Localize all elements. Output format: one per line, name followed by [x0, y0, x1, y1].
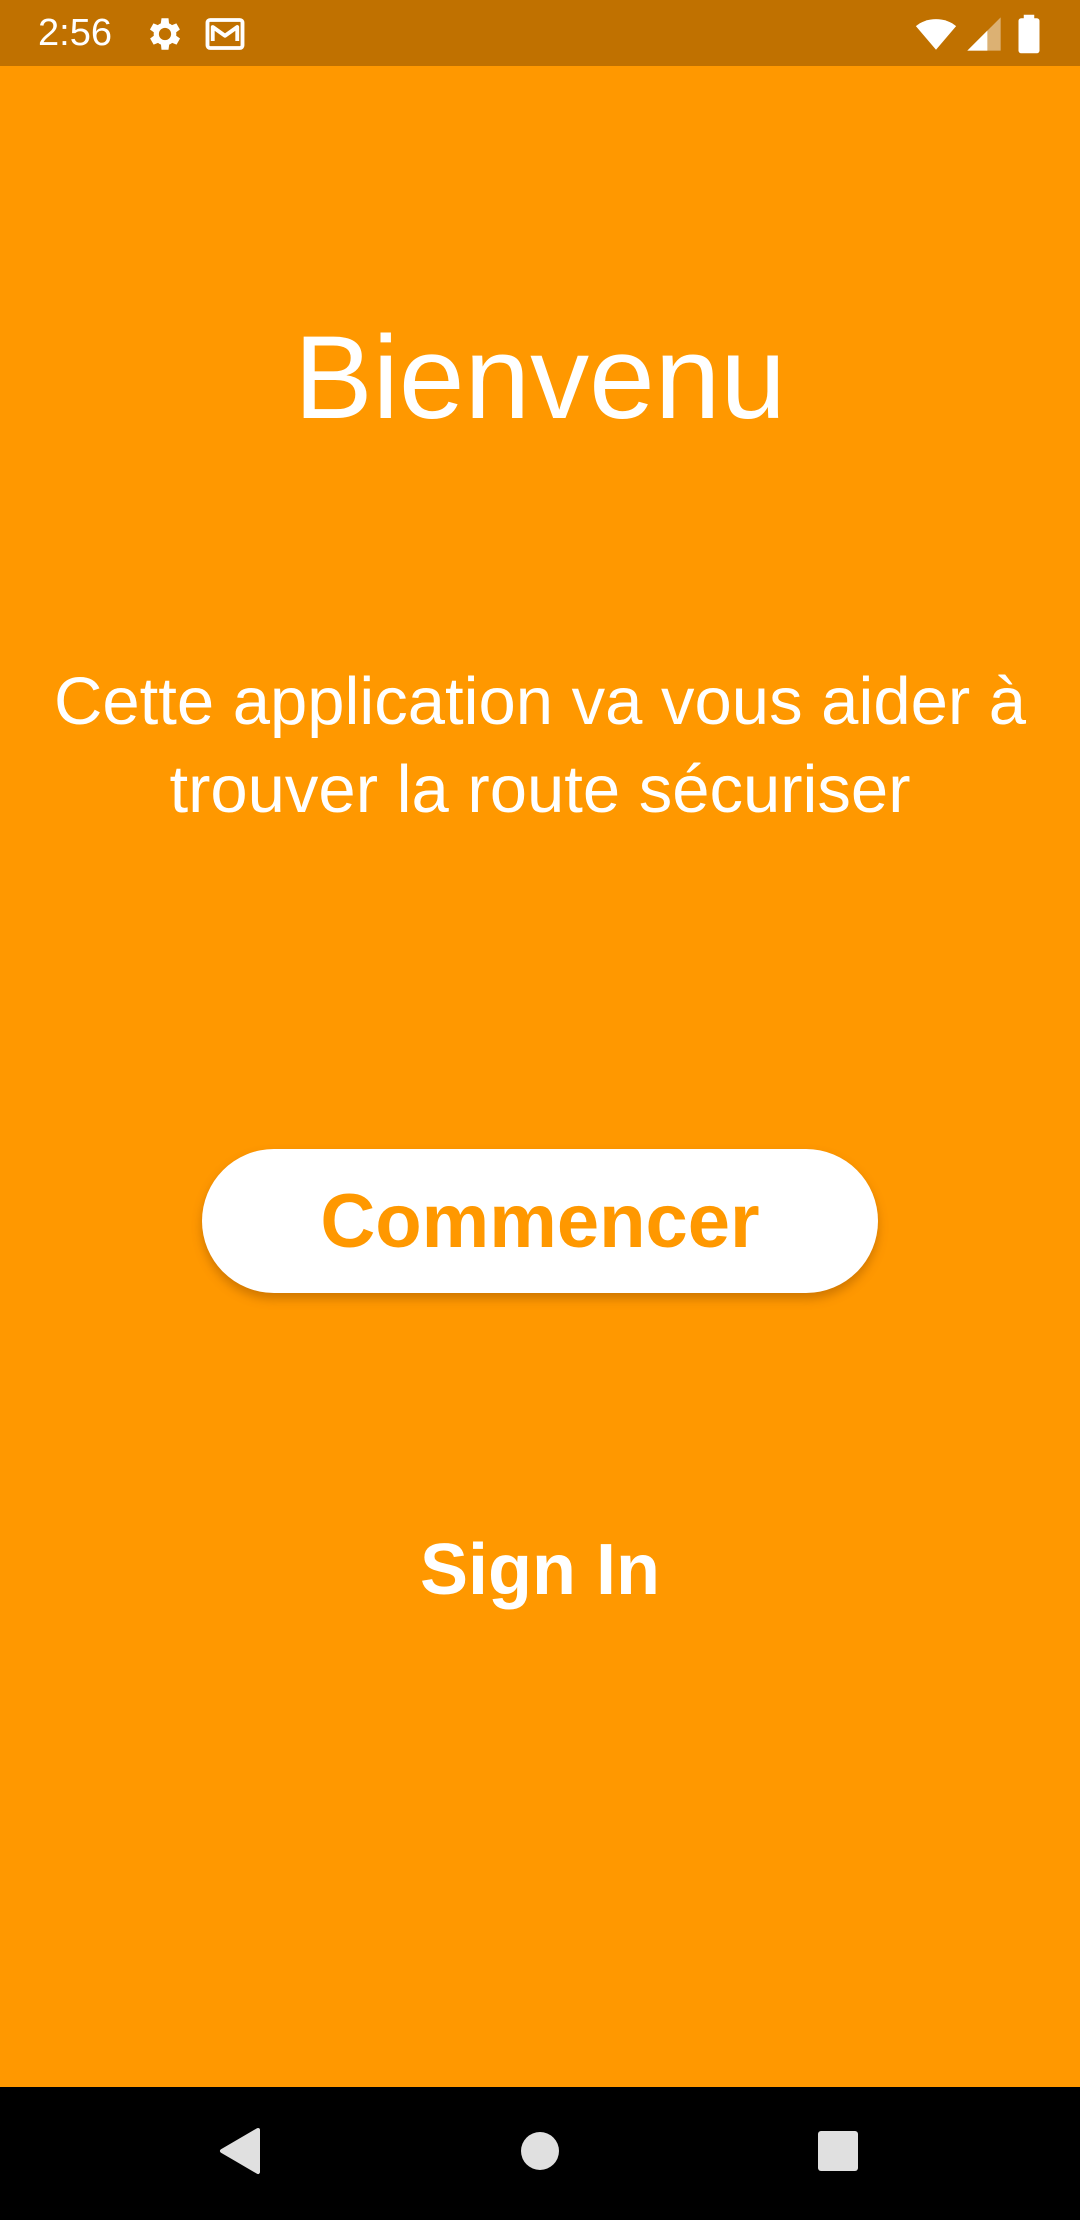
start-button-label: Commencer: [320, 1178, 760, 1264]
battery-icon: [1014, 13, 1044, 55]
wifi-icon: [914, 13, 958, 55]
sign-in-link[interactable]: Sign In: [340, 1520, 740, 1620]
home-icon: [519, 2130, 561, 2177]
navigation-bar: [0, 2087, 1080, 2220]
start-button[interactable]: Commencer: [202, 1149, 878, 1293]
status-time: 2:56: [38, 12, 112, 54]
welcome-title: Bienvenu: [293, 312, 787, 444]
recents-icon: [817, 2130, 859, 2177]
status-bar: 2:56: [0, 0, 1080, 66]
home-button[interactable]: [504, 2117, 576, 2189]
signal-icon: [964, 13, 1004, 55]
app-screen: 2:56 Bienvenu Cette application va vous …: [0, 0, 1080, 2220]
back-button[interactable]: [204, 2117, 276, 2189]
recents-button[interactable]: [802, 2117, 874, 2189]
back-icon: [218, 2126, 262, 2181]
welcome-subtitle: Cette application va vous aider à trouve…: [53, 664, 1027, 827]
mail-icon: [204, 13, 246, 55]
gear-icon: [144, 13, 186, 55]
